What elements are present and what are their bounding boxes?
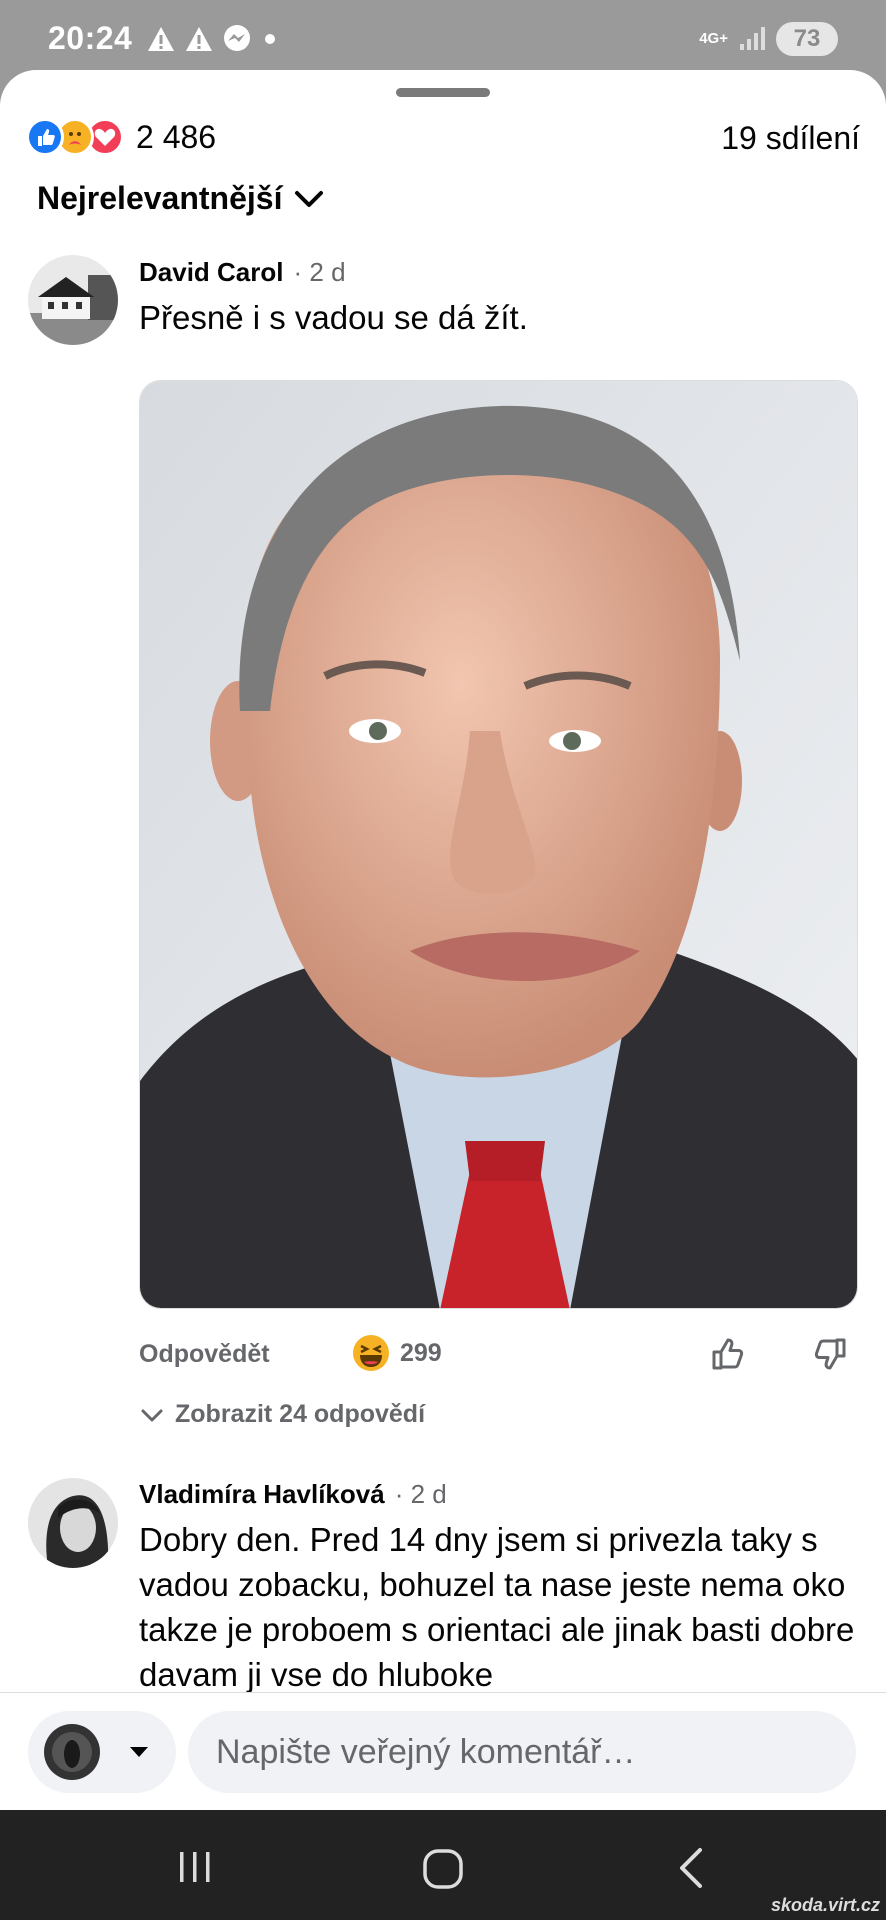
comment-time: · 2 d — [394, 1479, 447, 1509]
author-name: David Carol — [139, 257, 284, 287]
caret-down-icon — [130, 1747, 148, 1757]
identity-switcher[interactable] — [28, 1711, 176, 1793]
signal-icon — [740, 27, 765, 50]
sort-label: Nejrelevantnější — [37, 180, 283, 216]
recent-apps-icon[interactable] — [176, 1848, 214, 1886]
avatar — [44, 1724, 100, 1780]
like-icon — [26, 118, 64, 156]
back-icon[interactable] — [674, 1846, 708, 1890]
author-name: Vladimíra Havlíková — [139, 1479, 385, 1509]
comment-author[interactable]: David Carol · 2 d — [139, 257, 346, 288]
screen: 20:24 4G+ 73 2 486 19 sdílení Nejrelevan… — [0, 0, 886, 1920]
status-time: 20:24 — [48, 20, 133, 56]
comments-sheet: 2 486 19 sdílení Nejrelevantnější David … — [0, 70, 886, 1810]
drag-handle[interactable] — [396, 88, 490, 97]
reaction-count: 2 486 — [136, 118, 217, 155]
sort-dropdown[interactable]: Nejrelevantnější — [37, 180, 324, 217]
comment-photo[interactable] — [139, 380, 858, 1309]
home-icon[interactable] — [422, 1848, 464, 1890]
dislike-button-icon[interactable] — [808, 1332, 852, 1376]
battery-indicator: 73 — [776, 22, 838, 56]
haha-icon — [353, 1335, 389, 1371]
shares-count[interactable]: 19 sdílení — [721, 120, 860, 157]
chevron-down-icon — [295, 190, 324, 207]
avatar[interactable] — [28, 1478, 118, 1568]
warning-icon — [148, 27, 174, 51]
dot-icon — [265, 34, 275, 44]
comment-reaction-count: 299 — [400, 1338, 442, 1367]
status-right: 4G+ 73 — [699, 22, 838, 56]
comment-reactions[interactable]: 299 — [352, 1334, 442, 1372]
comment-author[interactable]: Vladimíra Havlíková · 2 d — [139, 1479, 447, 1510]
view-replies-label: Zobrazit 24 odpovědí — [175, 1400, 426, 1428]
comment-input[interactable]: Napište veřejný komentář… — [188, 1711, 856, 1793]
comment-text: Přesně i s vadou se dá žít. — [139, 299, 528, 336]
like-button-icon[interactable] — [706, 1332, 750, 1376]
messenger-icon — [224, 25, 250, 51]
reply-button[interactable]: Odpovědět — [139, 1340, 270, 1369]
watermark: skoda.virt.cz — [770, 1895, 880, 1915]
system-nav-bar: skoda.virt.cz — [0, 1810, 886, 1920]
notification-icons — [146, 24, 280, 54]
view-replies-button[interactable]: Zobrazit 24 odpovědí — [139, 1400, 425, 1429]
network-type: 4G+ — [699, 30, 728, 47]
comment-composer: Napište veřejný komentář… — [0, 1692, 886, 1810]
avatar[interactable] — [28, 255, 118, 345]
chevron-down-icon — [141, 1409, 163, 1421]
comment-text: Dobry den. Pred 14 dny jsem si privezla … — [139, 1521, 855, 1693]
warning-icon — [186, 27, 212, 51]
status-bar: 20:24 4G+ 73 — [0, 0, 886, 78]
comment-time: · 2 d — [293, 257, 346, 287]
reaction-summary[interactable]: 2 486 — [26, 118, 216, 156]
